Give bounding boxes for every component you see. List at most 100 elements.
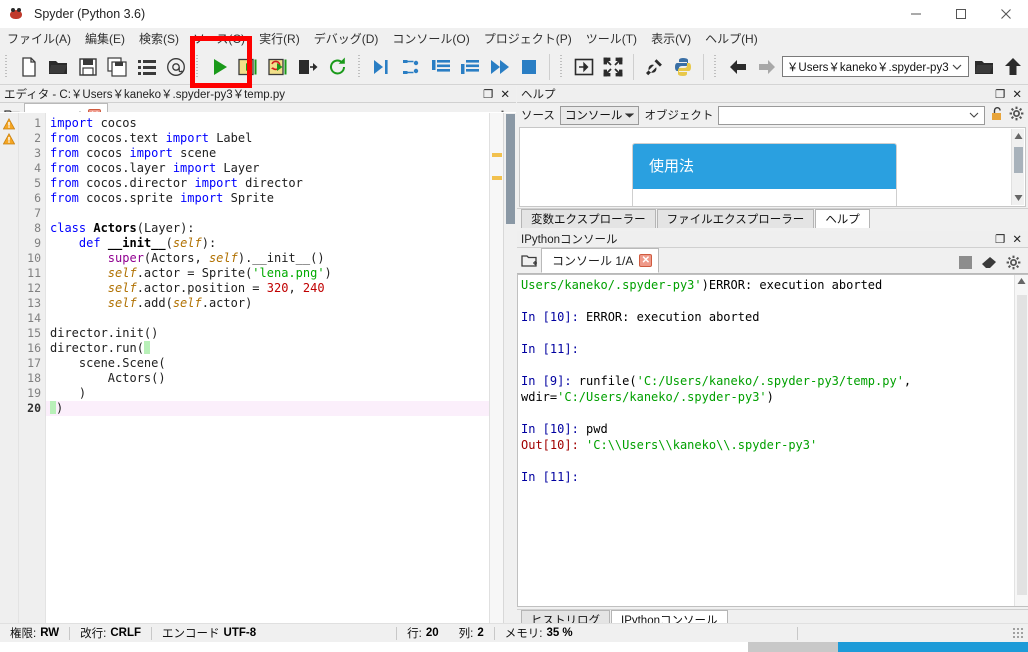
console-scrollbar[interactable]: [1014, 275, 1028, 606]
fullscreen-icon[interactable]: [598, 52, 628, 82]
console-tab-1a[interactable]: コンソール 1/A ✕: [541, 248, 660, 273]
code-line[interactable]: import cocos: [46, 116, 489, 131]
save-file-icon[interactable]: [73, 52, 103, 82]
help-object-input[interactable]: [718, 105, 985, 125]
code-line[interactable]: [46, 311, 489, 326]
analysis-marker[interactable]: [492, 176, 502, 180]
maximize-button[interactable]: [938, 0, 983, 28]
code-line[interactable]: super(Actors, self).__init__(): [46, 251, 489, 266]
find-in-files-icon[interactable]: [162, 52, 192, 82]
help-scrollbar[interactable]: [1011, 129, 1024, 205]
warning-icon[interactable]: [0, 116, 18, 131]
continue-icon[interactable]: [485, 52, 515, 82]
code-line[interactable]: self.actor = Sprite('lena.png'): [46, 266, 489, 281]
chevron-down-icon[interactable]: [969, 109, 979, 121]
code-line[interactable]: scene.Scene(: [46, 356, 489, 371]
menu-project[interactable]: プロジェクト(P): [477, 28, 579, 49]
code-line[interactable]: from cocos.sprite import Sprite: [46, 191, 489, 206]
run-cell-advance-icon[interactable]: [264, 52, 294, 82]
stop-icon[interactable]: [959, 256, 972, 272]
console-body[interactable]: Users/kaneko/.spyder-py3')ERROR: executi…: [517, 274, 1028, 607]
menu-run[interactable]: 実行(R): [252, 28, 307, 49]
code-line[interactable]: self.actor.position = 320, 240: [46, 281, 489, 296]
debug-file-icon[interactable]: [367, 52, 397, 82]
menu-tools[interactable]: ツール(T): [579, 28, 644, 49]
code-line[interactable]: ): [46, 401, 489, 416]
code-line[interactable]: director.run(: [46, 341, 489, 356]
forward-icon[interactable]: [752, 52, 782, 82]
code-line[interactable]: from cocos.text import Label: [46, 131, 489, 146]
chevron-down-icon[interactable]: [952, 61, 962, 73]
editor-code-area[interactable]: import cocos from cocos.text import Label…: [46, 113, 489, 629]
save-all-icon[interactable]: [103, 52, 133, 82]
tab-file-explorer[interactable]: ファイルエクスプローラー: [656, 209, 815, 228]
warning-icon[interactable]: [0, 131, 18, 146]
code-line[interactable]: Actors(): [46, 371, 489, 386]
code-line[interactable]: from cocos import scene: [46, 146, 489, 161]
editor-scrollbar[interactable]: [503, 113, 516, 629]
working-directory-input[interactable]: ￥Users￥kaneko￥.spyder-py3: [781, 56, 970, 77]
editor-scroll-thumb[interactable]: [506, 114, 515, 224]
menu-source[interactable]: ソース(C): [186, 28, 252, 49]
run-cell-icon[interactable]: [235, 52, 265, 82]
rerun-icon[interactable]: [323, 52, 353, 82]
help-undock-button[interactable]: ❐: [995, 87, 1005, 101]
help-close-pane-button[interactable]: ✕: [1012, 87, 1022, 101]
console-options-gear-icon[interactable]: [1006, 255, 1021, 273]
console-scroll-thumb[interactable]: [1017, 295, 1027, 595]
browse-dir-icon[interactable]: [969, 52, 999, 82]
browse-tabs-icon[interactable]: [517, 249, 541, 273]
console-close-pane-button[interactable]: ✕: [1012, 232, 1022, 246]
minimize-button[interactable]: [893, 0, 938, 28]
maximize-pane-icon[interactable]: [569, 52, 599, 82]
code-line[interactable]: from cocos.layer import Layer: [46, 161, 489, 176]
code-line[interactable]: ): [46, 386, 489, 401]
editor-close-pane-button[interactable]: ✕: [500, 87, 510, 101]
open-file-icon[interactable]: [43, 52, 73, 82]
new-file-icon[interactable]: [14, 52, 44, 82]
close-button[interactable]: [983, 0, 1028, 28]
tab-variable-explorer[interactable]: 変数エクスプローラー: [521, 209, 656, 228]
toolbar-handle-run[interactable]: [194, 54, 203, 79]
toolbar-handle-file[interactable]: [3, 54, 11, 79]
editor-undock-button[interactable]: ❐: [483, 87, 493, 101]
stop-debug-icon[interactable]: [514, 52, 544, 82]
code-line[interactable]: director.init(): [46, 326, 489, 341]
close-icon[interactable]: ✕: [639, 254, 653, 267]
preferences-icon[interactable]: [639, 52, 669, 82]
run-selection-icon[interactable]: [294, 52, 324, 82]
menu-file[interactable]: ファイル(A): [0, 28, 78, 49]
taskbar-item[interactable]: [748, 642, 838, 652]
toolbar-handle-nav[interactable]: [711, 54, 720, 79]
toolbar-handle-debug[interactable]: [355, 54, 364, 79]
back-icon[interactable]: [723, 52, 753, 82]
code-line[interactable]: class Actors(Layer):: [46, 221, 489, 236]
menu-view[interactable]: 表示(V): [644, 28, 698, 49]
menu-help[interactable]: ヘルプ(H): [698, 28, 765, 49]
code-line[interactable]: [46, 206, 489, 221]
menu-debug[interactable]: デバッグ(D): [307, 28, 386, 49]
file-switcher-icon[interactable]: [132, 52, 162, 82]
help-options-gear-icon[interactable]: [1009, 106, 1024, 124]
tab-help[interactable]: ヘルプ: [815, 209, 870, 228]
step-into-icon[interactable]: [426, 52, 456, 82]
analysis-marker[interactable]: [492, 153, 502, 157]
unlock-icon[interactable]: [990, 106, 1004, 125]
parent-dir-icon[interactable]: [999, 52, 1028, 82]
code-line[interactable]: from cocos.director import director: [46, 176, 489, 191]
taskbar-active-item[interactable]: [838, 642, 1028, 652]
toolbar-handle-tools[interactable]: [557, 54, 566, 79]
code-line[interactable]: self.add(self.actor): [46, 296, 489, 311]
step-over-icon[interactable]: [396, 52, 426, 82]
run-file-icon[interactable]: [205, 52, 235, 82]
menu-search[interactable]: 検索(S): [132, 28, 186, 49]
resize-grip[interactable]: [1012, 627, 1024, 639]
console-undock-button[interactable]: ❐: [995, 232, 1005, 246]
step-return-icon[interactable]: [455, 52, 485, 82]
console-output[interactable]: Users/kaneko/.spyder-py3')ERROR: executi…: [518, 275, 1014, 606]
eraser-icon[interactable]: [981, 256, 997, 273]
help-scroll-thumb[interactable]: [1014, 147, 1023, 173]
help-source-select[interactable]: コンソール: [559, 105, 640, 125]
pythonpath-icon[interactable]: [668, 52, 698, 82]
menu-edit[interactable]: 編集(E): [78, 28, 132, 49]
